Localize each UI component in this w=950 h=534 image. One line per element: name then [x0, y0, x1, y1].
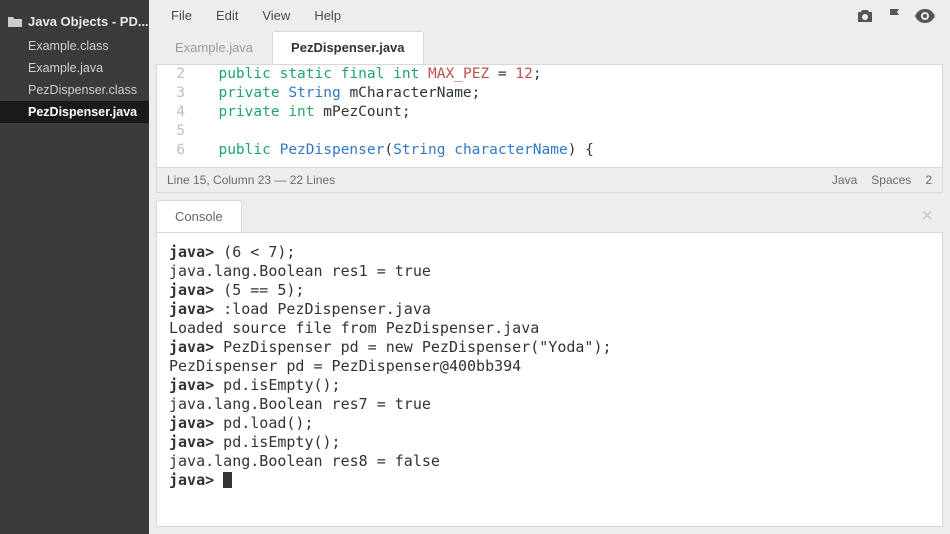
text-cursor: [223, 472, 232, 488]
indent-size[interactable]: 2: [925, 173, 932, 187]
folder-icon: [8, 16, 22, 28]
menu-view[interactable]: View: [250, 4, 302, 27]
sidebar-file[interactable]: PezDispenser.class: [0, 79, 149, 101]
sidebar-file[interactable]: Example.class: [0, 35, 149, 57]
sidebar-file[interactable]: Example.java: [0, 57, 149, 79]
console-output[interactable]: java> (6 < 7);java.lang.Boolean res1 = t…: [156, 232, 943, 527]
cursor-position: Line 15, Column 23 — 22 Lines: [167, 173, 335, 187]
project-title[interactable]: Java Objects - PD...: [0, 8, 149, 35]
close-icon[interactable]: ×: [911, 205, 943, 228]
status-bar: Line 15, Column 23 — 22 Lines Java Space…: [156, 168, 943, 193]
console-tabs: Console ×: [156, 200, 943, 232]
flag-icon[interactable]: [880, 1, 910, 31]
camera-icon[interactable]: [850, 1, 880, 31]
eye-icon[interactable]: [910, 1, 940, 31]
sidebar: Java Objects - PD... Example.classExampl…: [0, 0, 149, 534]
code-content[interactable]: public static final int MAX_PEZ = 12; pr…: [193, 65, 594, 160]
tab-console[interactable]: Console: [156, 200, 242, 232]
menu-file[interactable]: File: [159, 4, 204, 27]
indent-mode[interactable]: Spaces: [871, 173, 911, 187]
main-area: FileEditViewHelp Example.javaPezDispense…: [149, 0, 950, 534]
sidebar-file[interactable]: PezDispenser.java: [0, 101, 149, 123]
project-name: Java Objects - PD...: [28, 14, 149, 29]
menu-edit[interactable]: Edit: [204, 4, 250, 27]
editor-tabs: Example.javaPezDispenser.java: [149, 31, 950, 64]
menu-help[interactable]: Help: [302, 4, 353, 27]
editor-tab[interactable]: Example.java: [156, 31, 272, 64]
menubar: FileEditViewHelp: [149, 0, 950, 31]
line-gutter: 23456: [157, 65, 193, 160]
editor-tab[interactable]: PezDispenser.java: [272, 31, 423, 64]
language-mode[interactable]: Java: [832, 173, 857, 187]
code-editor[interactable]: 23456 public static final int MAX_PEZ = …: [156, 64, 943, 168]
